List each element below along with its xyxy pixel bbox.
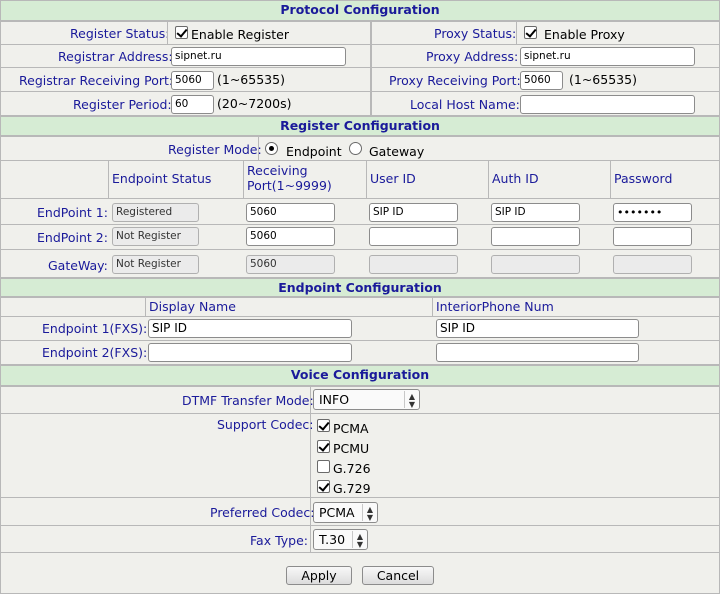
endpoint1-fxs-label: Endpoint 1(FXS): (42, 321, 148, 336)
register-period-label: Register Period: (73, 97, 172, 112)
codec-g726-label: G.726 (333, 461, 371, 476)
gateway-row (0, 250, 720, 278)
endpoint2-interior-input[interactable] (436, 343, 639, 362)
endpoint1-password-input[interactable]: ••••••• (613, 203, 692, 222)
codec-g726-checkbox[interactable] (317, 460, 330, 473)
register-status-label: Register Status: (70, 26, 170, 41)
endpoint1-row (0, 199, 720, 225)
endpoint1-display-name-input[interactable]: SIP ID (148, 319, 352, 338)
col-receiving-port: Receiving Port(1~9999) (247, 163, 332, 193)
divider (488, 161, 489, 199)
proxy-address-label: Proxy Address: (426, 49, 519, 64)
protocol-config-title: Protocol Configuration (280, 2, 440, 17)
divider (108, 161, 109, 199)
apply-button[interactable]: Apply (286, 566, 352, 585)
proxy-status-label: Proxy Status: (434, 26, 517, 41)
endpoint1-auth-id-input[interactable]: SIP ID (491, 203, 580, 222)
divider (366, 161, 367, 199)
preferred-codec-select[interactable]: PCMA ▲ ▼ (313, 502, 378, 523)
gateway-label: GateWay: (48, 258, 108, 273)
preferred-codec-label: Preferred Codec: (210, 505, 315, 520)
gateway-status: Not Register (112, 255, 199, 274)
gateway-mode-radio[interactable] (349, 142, 362, 155)
register-config-title: Register Configuration (280, 118, 440, 133)
buttons-row (0, 553, 720, 594)
endpoint1-label: EndPoint 1: (37, 205, 108, 220)
endpoint-columns-row (0, 297, 720, 317)
gateway-mode-label: Gateway (369, 144, 425, 159)
enable-proxy-checkbox[interactable] (524, 26, 537, 39)
proxy-port-label: Proxy Receiving Port: (389, 73, 521, 88)
codec-g729-label: G.729 (333, 481, 371, 496)
registrar-address-label: Registrar Address: (58, 49, 173, 64)
col-interior-phone: InteriorPhone Num (436, 299, 554, 314)
registrar-port-input[interactable]: 5060 (171, 71, 214, 90)
gateway-password-input (613, 255, 692, 274)
fax-type-select[interactable]: T.30 ▲ ▼ (313, 529, 368, 550)
registrar-port-range: (1~65535) (217, 72, 285, 87)
register-config-header: Register Configuration (0, 116, 720, 136)
endpoint-mode-radio[interactable] (265, 142, 278, 155)
fax-type-value: T.30 (319, 532, 346, 547)
endpoint2-row (0, 225, 720, 250)
col-display-name: Display Name (149, 299, 236, 314)
registrar-port-label: Registrar Receiving Port: (19, 73, 174, 88)
col-auth-id: Auth ID (492, 171, 539, 186)
codec-pcma-label: PCMA (333, 421, 369, 436)
cancel-button[interactable]: Cancel (362, 566, 434, 585)
gateway-auth-id-input (491, 255, 580, 274)
proxy-port-range: (1~65535) (569, 72, 637, 87)
fax-type-label: Fax Type: (250, 533, 308, 548)
register-mode-label: Register Mode: (168, 142, 262, 157)
endpoint2-port-input[interactable]: 5060 (246, 227, 335, 246)
gateway-user-id-input (369, 255, 458, 274)
endpoint2-display-name-input[interactable] (148, 343, 352, 362)
endpoint-mode-label: Endpoint (286, 144, 342, 159)
endpoint1-interior-input[interactable]: SIP ID (436, 319, 639, 338)
voice-config-title: Voice Configuration (290, 367, 430, 382)
codec-pcmu-label: PCMU (333, 441, 370, 456)
register-period-input[interactable]: 60 (171, 95, 214, 114)
endpoint-config-title: Endpoint Configuration (278, 280, 442, 295)
local-host-name-input[interactable] (520, 95, 695, 114)
endpoint2-user-id-input[interactable] (369, 227, 458, 246)
divider (610, 161, 611, 199)
col-password: Password (614, 171, 673, 186)
preferred-codec-value: PCMA (319, 505, 355, 520)
gateway-port-input: 5060 (246, 255, 335, 274)
registrar-address-input[interactable]: sipnet.ru (171, 47, 346, 66)
support-codec-label: Support Codec: (217, 417, 314, 432)
local-host-name-label: Local Host Name: (410, 97, 520, 112)
voice-config-header: Voice Configuration (0, 365, 720, 386)
divider (310, 386, 311, 553)
endpoint2-auth-id-input[interactable] (491, 227, 580, 246)
endpoint2-status: Not Register (112, 227, 199, 246)
chevron-updown-icon: ▲ ▼ (362, 504, 377, 522)
chevron-updown-icon: ▲ ▼ (404, 391, 419, 409)
dtmf-select-value: INFO (319, 392, 350, 407)
enable-register-label: Enable Register (191, 27, 290, 42)
proxy-address-input[interactable]: sipnet.ru (520, 47, 695, 66)
endpoint2-label: EndPoint 2: (37, 230, 108, 245)
codec-pcmu-checkbox[interactable] (317, 440, 330, 453)
dtmf-select[interactable]: INFO ▲ ▼ (313, 389, 420, 410)
endpoint1-port-input[interactable]: 5060 (246, 203, 335, 222)
dtmf-label: DTMF Transfer Mode: (182, 393, 314, 408)
divider (243, 161, 244, 199)
endpoint1-user-id-input[interactable]: SIP ID (369, 203, 458, 222)
chevron-updown-icon: ▲ ▼ (352, 531, 367, 549)
enable-proxy-label: Enable Proxy (544, 27, 625, 42)
protocol-config-header: Protocol Configuration (0, 0, 720, 21)
col-endpoint-status: Endpoint Status (112, 171, 212, 186)
endpoint1-status: Registered (112, 203, 199, 222)
endpoint-config-header: Endpoint Configuration (0, 278, 720, 297)
endpoint2-fxs-label: Endpoint 2(FXS): (42, 345, 148, 360)
endpoint2-password-input[interactable] (613, 227, 692, 246)
register-period-range: (20~7200s) (217, 96, 292, 111)
proxy-port-input[interactable]: 5060 (520, 71, 563, 90)
codec-pcma-checkbox[interactable] (317, 419, 330, 432)
enable-register-checkbox[interactable] (175, 26, 188, 39)
col-user-id: User ID (370, 171, 416, 186)
codec-g729-checkbox[interactable] (317, 480, 330, 493)
